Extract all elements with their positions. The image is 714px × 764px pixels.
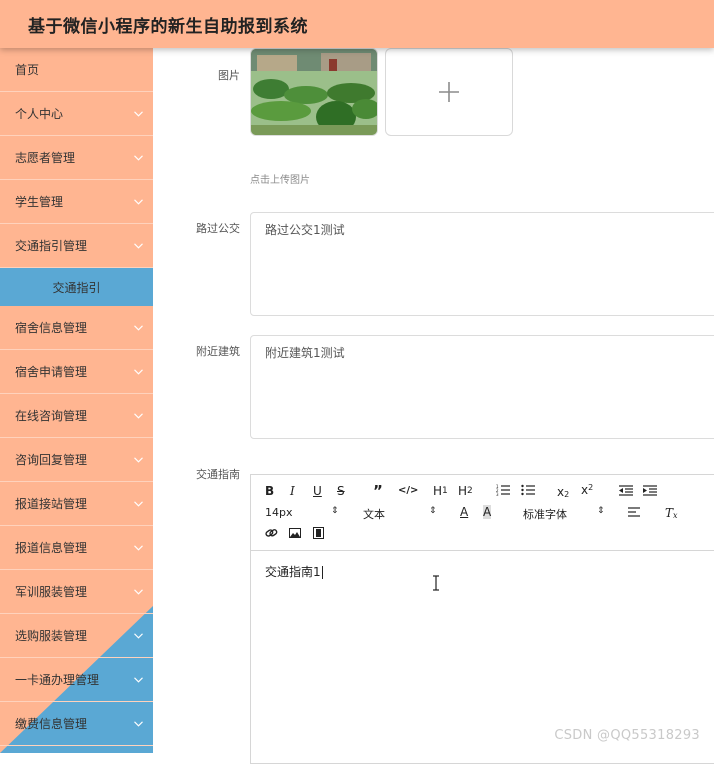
sidebar-item-label: 学生管理 [15,193,63,210]
building-textarea[interactable]: 附近建筑1测试 [250,335,714,439]
chevron-down-icon [133,411,143,421]
sidebar-item-1[interactable]: 个人中心 [0,92,153,136]
font-family-select[interactable]: 标准字体 [523,506,567,522]
chevron-down-icon [133,499,143,509]
sidebar-item-label: 首页 [15,61,39,78]
bus-label: 路过公交 [170,220,240,236]
app-title: 基于微信小程序的新生自助报到系统 [28,12,308,37]
bullet-list-icon[interactable] [521,484,535,496]
editor-content-text: 交通指南1 [265,565,321,579]
outdent-icon[interactable] [619,485,633,496]
image-label: 图片 [170,67,240,83]
upload-hint: 点击上传图片 [250,171,310,186]
indent-icon[interactable] [643,485,657,496]
code-icon[interactable]: </> [398,485,418,496]
campus-photo [251,49,378,136]
blockquote-icon[interactable]: ” [373,482,383,500]
superscript-icon[interactable]: x2 [581,483,593,497]
bus-textarea[interactable]: 路过公交1测试 [250,212,714,316]
sidebar-item-5[interactable]: 交通指引 [0,268,153,306]
sidebar-item-label: 在线咨询管理 [15,407,87,424]
sidebar-item-label: 宿舍申请管理 [15,363,87,380]
chevron-down-icon [133,241,143,251]
sidebar-item-label: 咨询回复管理 [15,451,87,468]
sidebar-item-11[interactable]: 报道信息管理 [0,526,153,570]
sidebar-item-14[interactable]: 一卡通办理管理 [0,658,153,702]
sidebar-item-8[interactable]: 在线咨询管理 [0,394,153,438]
chevron-down-icon [133,153,143,163]
text-style-select[interactable]: 文本 [363,506,385,522]
sidebar-item-13[interactable]: 选购服装管理 [0,614,153,658]
sidebar-item-label: 报道信息管理 [15,539,87,556]
chevron-down-icon [133,197,143,207]
sidebar-item-10[interactable]: 报道接站管理 [0,482,153,526]
sidebar-item-6[interactable]: 宿舍信息管理 [0,306,153,350]
sidebar-item-label: 个人中心 [15,105,63,122]
sidebar-item-label: 报道接站管理 [15,495,87,512]
heading1-icon[interactable]: H1 [433,484,448,498]
sidebar-item-9[interactable]: 咨询回复管理 [0,438,153,482]
clear-format-icon[interactable]: Tx [665,505,678,520]
sidebar-item-3[interactable]: 学生管理 [0,180,153,224]
chevron-down-icon [133,367,143,377]
chevron-down-icon [133,719,143,729]
editor-toolbar: B I U S ” </> H1 H2 123 x2 x2 14px [251,475,714,551]
csdn-watermark: CSDN @QQ55318293 [554,728,700,743]
underline-icon[interactable]: U [313,484,322,498]
sidebar-item-label: 选购服装管理 [15,627,87,644]
sidebar-item-label: 交通指引管理 [15,237,87,254]
text-style-select-arrows-icon: ⇕ [429,506,437,516]
mouse-ibeam-cursor-icon [432,575,440,591]
align-icon[interactable] [628,507,640,517]
font-size-select-arrows-icon: ⇕ [331,506,339,516]
sidebar-item-15[interactable]: 缴费信息管理 [0,702,153,746]
bold-icon[interactable]: B [265,484,274,498]
font-color-icon[interactable]: A [460,505,468,519]
chevron-down-icon [133,675,143,685]
uploaded-image-thumbnail[interactable] [250,48,378,136]
sidebar-item-label: 一卡通办理管理 [15,671,99,688]
link-icon[interactable] [265,527,278,539]
chevron-down-icon [133,631,143,641]
video-icon[interactable] [313,527,324,539]
font-family-select-arrows-icon: ⇕ [597,506,605,516]
sidebar-item-label: 志愿者管理 [15,149,75,166]
sidebar-item-12[interactable]: 军训服装管理 [0,570,153,614]
main-content: 图片 点击上传图片 路过公交 路过公交1测试 附近建筑 附近建筑1测试 交通指南 [153,48,714,753]
svg-text:3: 3 [496,492,499,496]
image-upload-button[interactable] [385,48,513,136]
sidebar-item-0[interactable]: 首页 [0,48,153,92]
italic-icon[interactable]: I [290,484,295,498]
sidebar-item-7[interactable]: 宿舍申请管理 [0,350,153,394]
sidebar-item-label: 宿舍信息管理 [15,319,87,336]
app-header: 基于微信小程序的新生自助报到系统 [0,0,714,48]
heading2-icon[interactable]: H2 [458,484,473,498]
sidebar-item-4[interactable]: 交通指引管理 [0,224,153,268]
background-color-icon[interactable]: A [483,505,491,519]
guide-label: 交通指南 [170,466,240,482]
chevron-down-icon [133,543,143,553]
font-size-select[interactable]: 14px [265,506,293,519]
sidebar-menu: 首页个人中心志愿者管理学生管理交通指引管理交通指引宿舍信息管理宿舍申请管理在线咨… [0,48,153,746]
image-icon[interactable] [289,528,301,538]
subscript-icon[interactable]: x2 [557,484,569,499]
strikethrough-icon[interactable]: S [337,484,345,498]
chevron-down-icon [133,587,143,597]
chevron-down-icon [133,323,143,333]
sidebar-item-2[interactable]: 志愿者管理 [0,136,153,180]
sidebar-item-label: 交通指引 [52,279,100,296]
rich-text-editor: B I U S ” </> H1 H2 123 x2 x2 14px [250,474,714,764]
ordered-list-icon[interactable]: 123 [496,484,510,496]
chevron-down-icon [133,109,143,119]
sidebar-item-label: 缴费信息管理 [15,715,87,732]
sidebar-item-label: 军训服装管理 [15,583,87,600]
text-cursor [322,566,323,579]
building-label: 附近建筑 [170,343,240,359]
chevron-down-icon [133,455,143,465]
sidebar: 首页个人中心志愿者管理学生管理交通指引管理交通指引宿舍信息管理宿舍申请管理在线咨… [0,48,153,753]
plus-icon [438,81,460,103]
